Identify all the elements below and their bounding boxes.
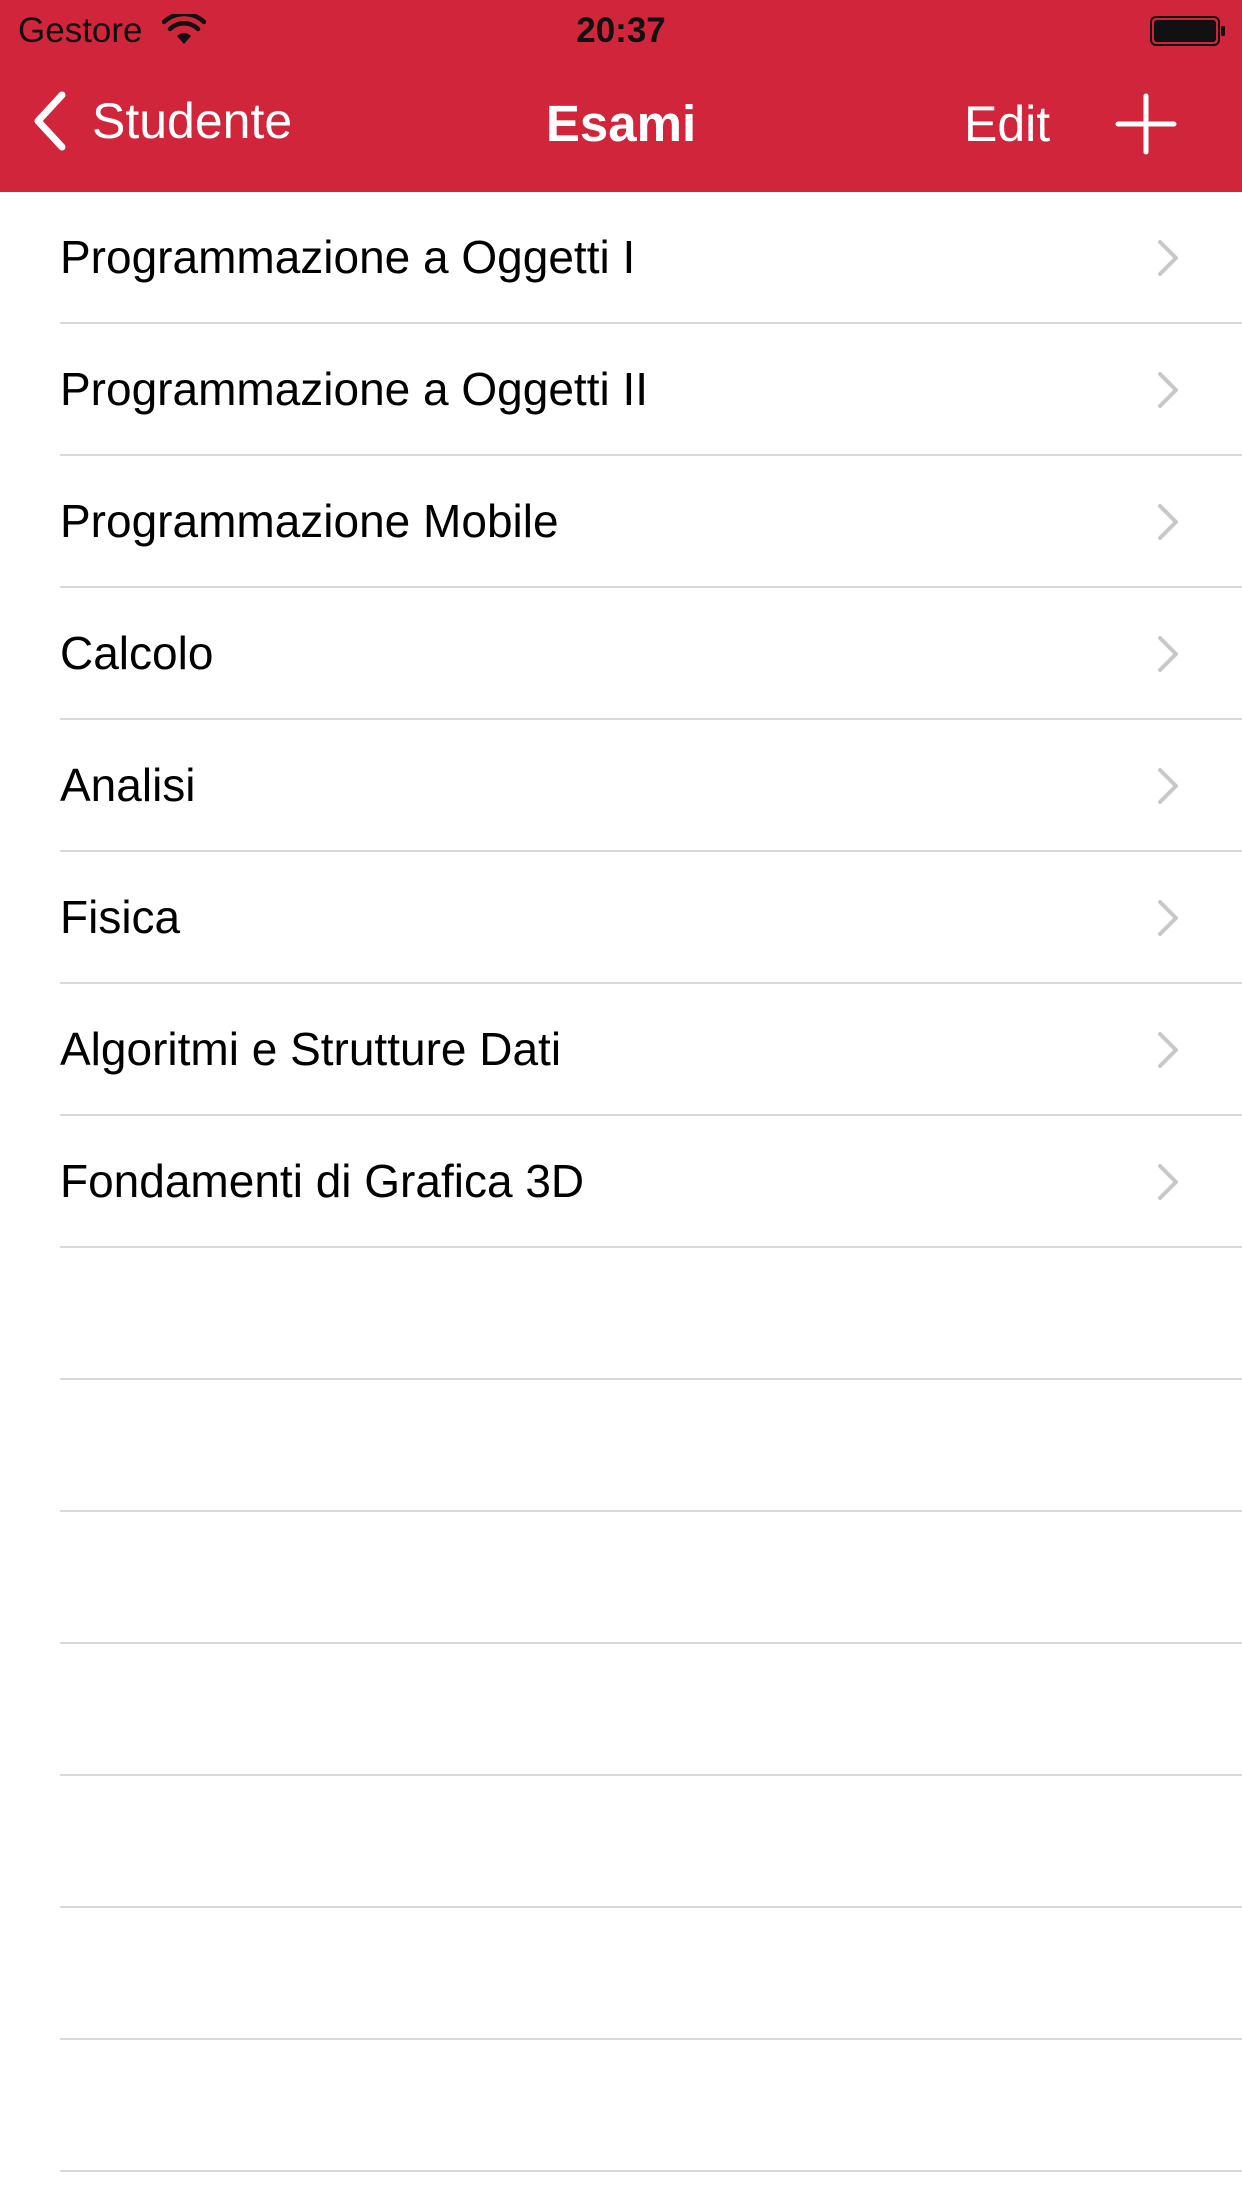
list-item[interactable]: Calcolo (0, 588, 1242, 720)
chevron-right-icon (1158, 636, 1178, 672)
list-item-label: Fisica (60, 891, 181, 943)
empty-row (0, 1644, 1242, 1776)
empty-row (0, 1512, 1242, 1644)
chevron-right-icon (1158, 504, 1178, 540)
chevron-right-icon (1158, 900, 1178, 936)
list-item[interactable]: Fondamenti di Grafica 3D (0, 1116, 1242, 1248)
edit-button[interactable]: Edit (964, 92, 1050, 156)
list-item[interactable]: Analisi (0, 720, 1242, 852)
empty-row (0, 1248, 1242, 1380)
list-item-label: Programmazione a Oggetti II (60, 363, 649, 415)
list-item-label: Programmazione a Oggetti I (60, 231, 636, 283)
header: Gestore 20:37 Studente Esami Edit (0, 0, 1242, 192)
status-bar: Gestore 20:37 (0, 0, 1242, 62)
empty-row (0, 1380, 1242, 1512)
list-item[interactable]: Algoritmi e Strutture Dati (0, 984, 1242, 1116)
screen: Gestore 20:37 Studente Esami Edit Progra… (0, 0, 1242, 2208)
chevron-right-icon (1158, 372, 1178, 408)
exam-list: Programmazione a Oggetti I Programmazion… (0, 192, 1242, 2172)
list-item-label: Fondamenti di Grafica 3D (60, 1155, 585, 1207)
list-item-label: Programmazione Mobile (60, 495, 559, 547)
list-item[interactable]: Programmazione a Oggetti I (0, 192, 1242, 324)
list-item[interactable]: Programmazione a Oggetti II (0, 324, 1242, 456)
navigation-bar: Studente Esami Edit (0, 62, 1242, 192)
empty-row (0, 2040, 1242, 2172)
empty-row (0, 1776, 1242, 1908)
chevron-right-icon (1158, 1164, 1178, 1200)
page-title: Esami (545, 95, 697, 152)
empty-row (0, 1908, 1242, 2040)
plus-icon[interactable] (1114, 92, 1178, 156)
chevron-right-icon (1158, 240, 1178, 276)
list-item-label: Algoritmi e Strutture Dati (60, 1023, 562, 1075)
list-item[interactable]: Programmazione Mobile (0, 456, 1242, 588)
chevron-right-icon (1158, 1032, 1178, 1068)
status-time: 20:37 (576, 11, 666, 50)
chevron-right-icon (1158, 768, 1178, 804)
battery-icon (1150, 16, 1225, 46)
list-item[interactable]: Fisica (0, 852, 1242, 984)
list-item-label: Analisi (60, 759, 196, 811)
list-item-label: Calcolo (60, 627, 214, 679)
